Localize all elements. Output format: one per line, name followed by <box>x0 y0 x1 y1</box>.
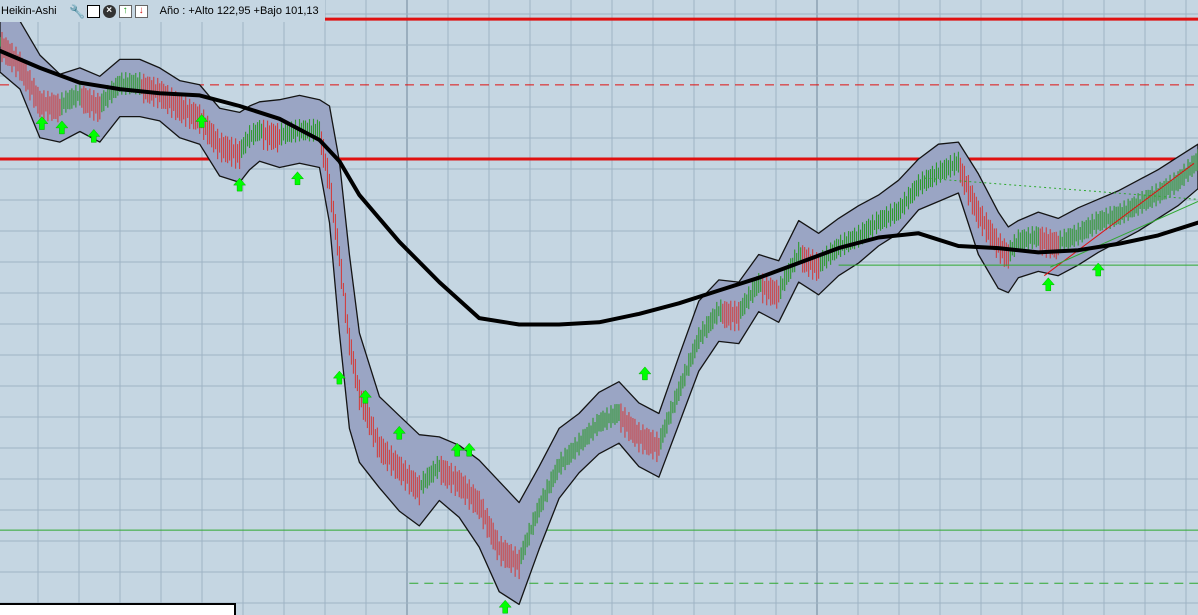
buy-signal-arrow <box>638 366 652 381</box>
chart-toolbar: Heikin-Ashi 🔧 × ↑ ↓ Año : +Alto 122,95 +… <box>0 0 325 22</box>
buy-signal-arrow <box>498 599 512 614</box>
wrench-icon[interactable]: 🔧 <box>69 5 85 18</box>
close-icon[interactable]: × <box>102 4 116 18</box>
heikin-ashi-candles <box>0 31 1198 580</box>
chart-type-title: Heikin-Ashi <box>1 5 57 17</box>
buy-signal-arrow <box>1041 277 1055 292</box>
corner-panel <box>0 603 236 615</box>
window-icon[interactable] <box>86 4 100 18</box>
arrow-up-icon[interactable]: ↑ <box>118 4 132 18</box>
buy-signal-arrow <box>290 171 305 186</box>
arrow-down-icon[interactable]: ↓ <box>134 4 148 18</box>
chart-window: Heikin-Ashi 🔧 × ↑ ↓ Año : +Alto 122,95 +… <box>0 0 1198 615</box>
year-range-info: Año : +Alto 122,95 +Bajo 101,13 <box>159 5 319 17</box>
price-chart[interactable] <box>0 0 1198 615</box>
